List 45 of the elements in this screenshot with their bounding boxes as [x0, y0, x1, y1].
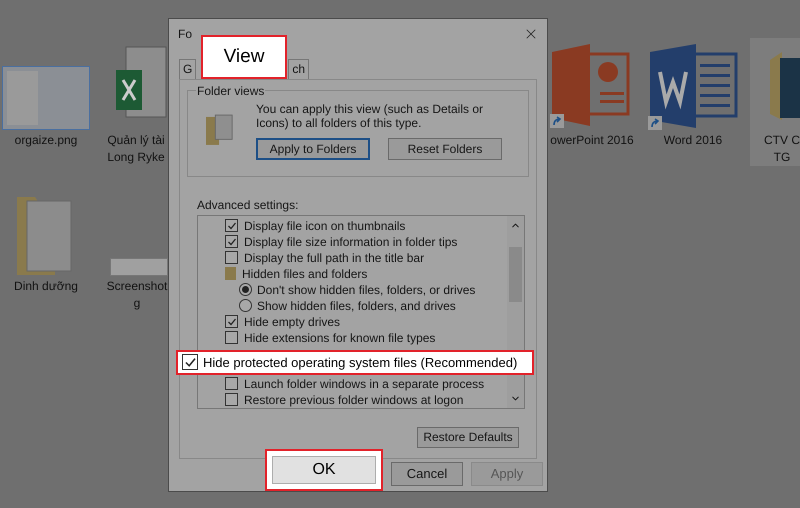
tab[interactable]: ch	[288, 58, 310, 79]
setting-label: Show hidden files, folders, and drives	[257, 298, 456, 315]
setting-label: Display file icon on thumbnails	[244, 218, 406, 235]
desktop-icon-label[interactable]: CTV C TG	[764, 132, 800, 166]
setting-label: Hide protected operating system files (Recommended)	[203, 354, 518, 372]
setting-label: Display the full path in the title bar	[244, 250, 424, 267]
document-icon	[648, 42, 738, 128]
highlighted-setting[interactable]: Hide protected operating system files (Recommended)	[176, 350, 534, 375]
restore-defaults-button[interactable]: Restore Defaults	[417, 426, 519, 448]
folder-views-button[interactable]: Reset Folders	[388, 138, 502, 160]
folder-views-button[interactable]: Apply to Folders	[256, 138, 370, 160]
dialog-title: Fo	[178, 26, 192, 43]
folder-icon	[225, 267, 236, 280]
dialog-button[interactable]: OK	[272, 456, 376, 484]
desktop-icon-label[interactable]: owerPoint 2016	[548, 132, 636, 149]
setting-label: Hide empty drives	[244, 314, 340, 331]
presentation-icon	[550, 42, 630, 126]
desktop-icon-label[interactable]: Screenshot g	[106, 278, 168, 312]
folder-view-icon	[206, 112, 234, 147]
checkbox[interactable]	[225, 251, 238, 264]
desktop-icon-label[interactable]: Dinh dưỡng	[0, 278, 92, 295]
setting-label: Launch folder windows in a separate process	[244, 376, 484, 393]
setting-label: Don't show hidden files, folders, or drives	[257, 282, 476, 299]
checkbox[interactable]	[225, 377, 238, 390]
setting-group-label: Hidden files and folders	[242, 266, 368, 283]
advanced-settings-label: Advanced settings:	[197, 196, 300, 214]
setting-label: Display file size information in folder tips	[244, 234, 458, 251]
radio-button[interactable]	[239, 299, 252, 312]
view-tab-callout[interactable]: View	[201, 35, 287, 79]
radio-button[interactable]	[239, 283, 252, 296]
checkbox[interactable]	[225, 393, 238, 406]
checkbox[interactable]	[225, 315, 238, 328]
checkbox[interactable]	[225, 235, 238, 248]
setting-label: Restore previous folder windows at logon	[244, 392, 464, 409]
checkbox[interactable]	[225, 219, 238, 232]
dialog-button[interactable]: Cancel	[391, 462, 463, 486]
folder-icon	[770, 50, 800, 120]
tab[interactable]: G	[179, 58, 196, 79]
desktop-icon-label[interactable]: Word 2016	[645, 132, 741, 149]
desktop-icon-label[interactable]: Quản lý tài Long Ryke	[104, 132, 168, 166]
desktop-icon-label[interactable]: orgaize.png	[0, 132, 92, 149]
checkbox[interactable]	[225, 331, 238, 344]
checkbox[interactable]	[182, 354, 198, 370]
setting-label: Hide extensions for known file types	[244, 330, 436, 347]
folder-views-description: You can apply this view (such as Details or Icons) to all folders of this type.	[256, 102, 484, 130]
